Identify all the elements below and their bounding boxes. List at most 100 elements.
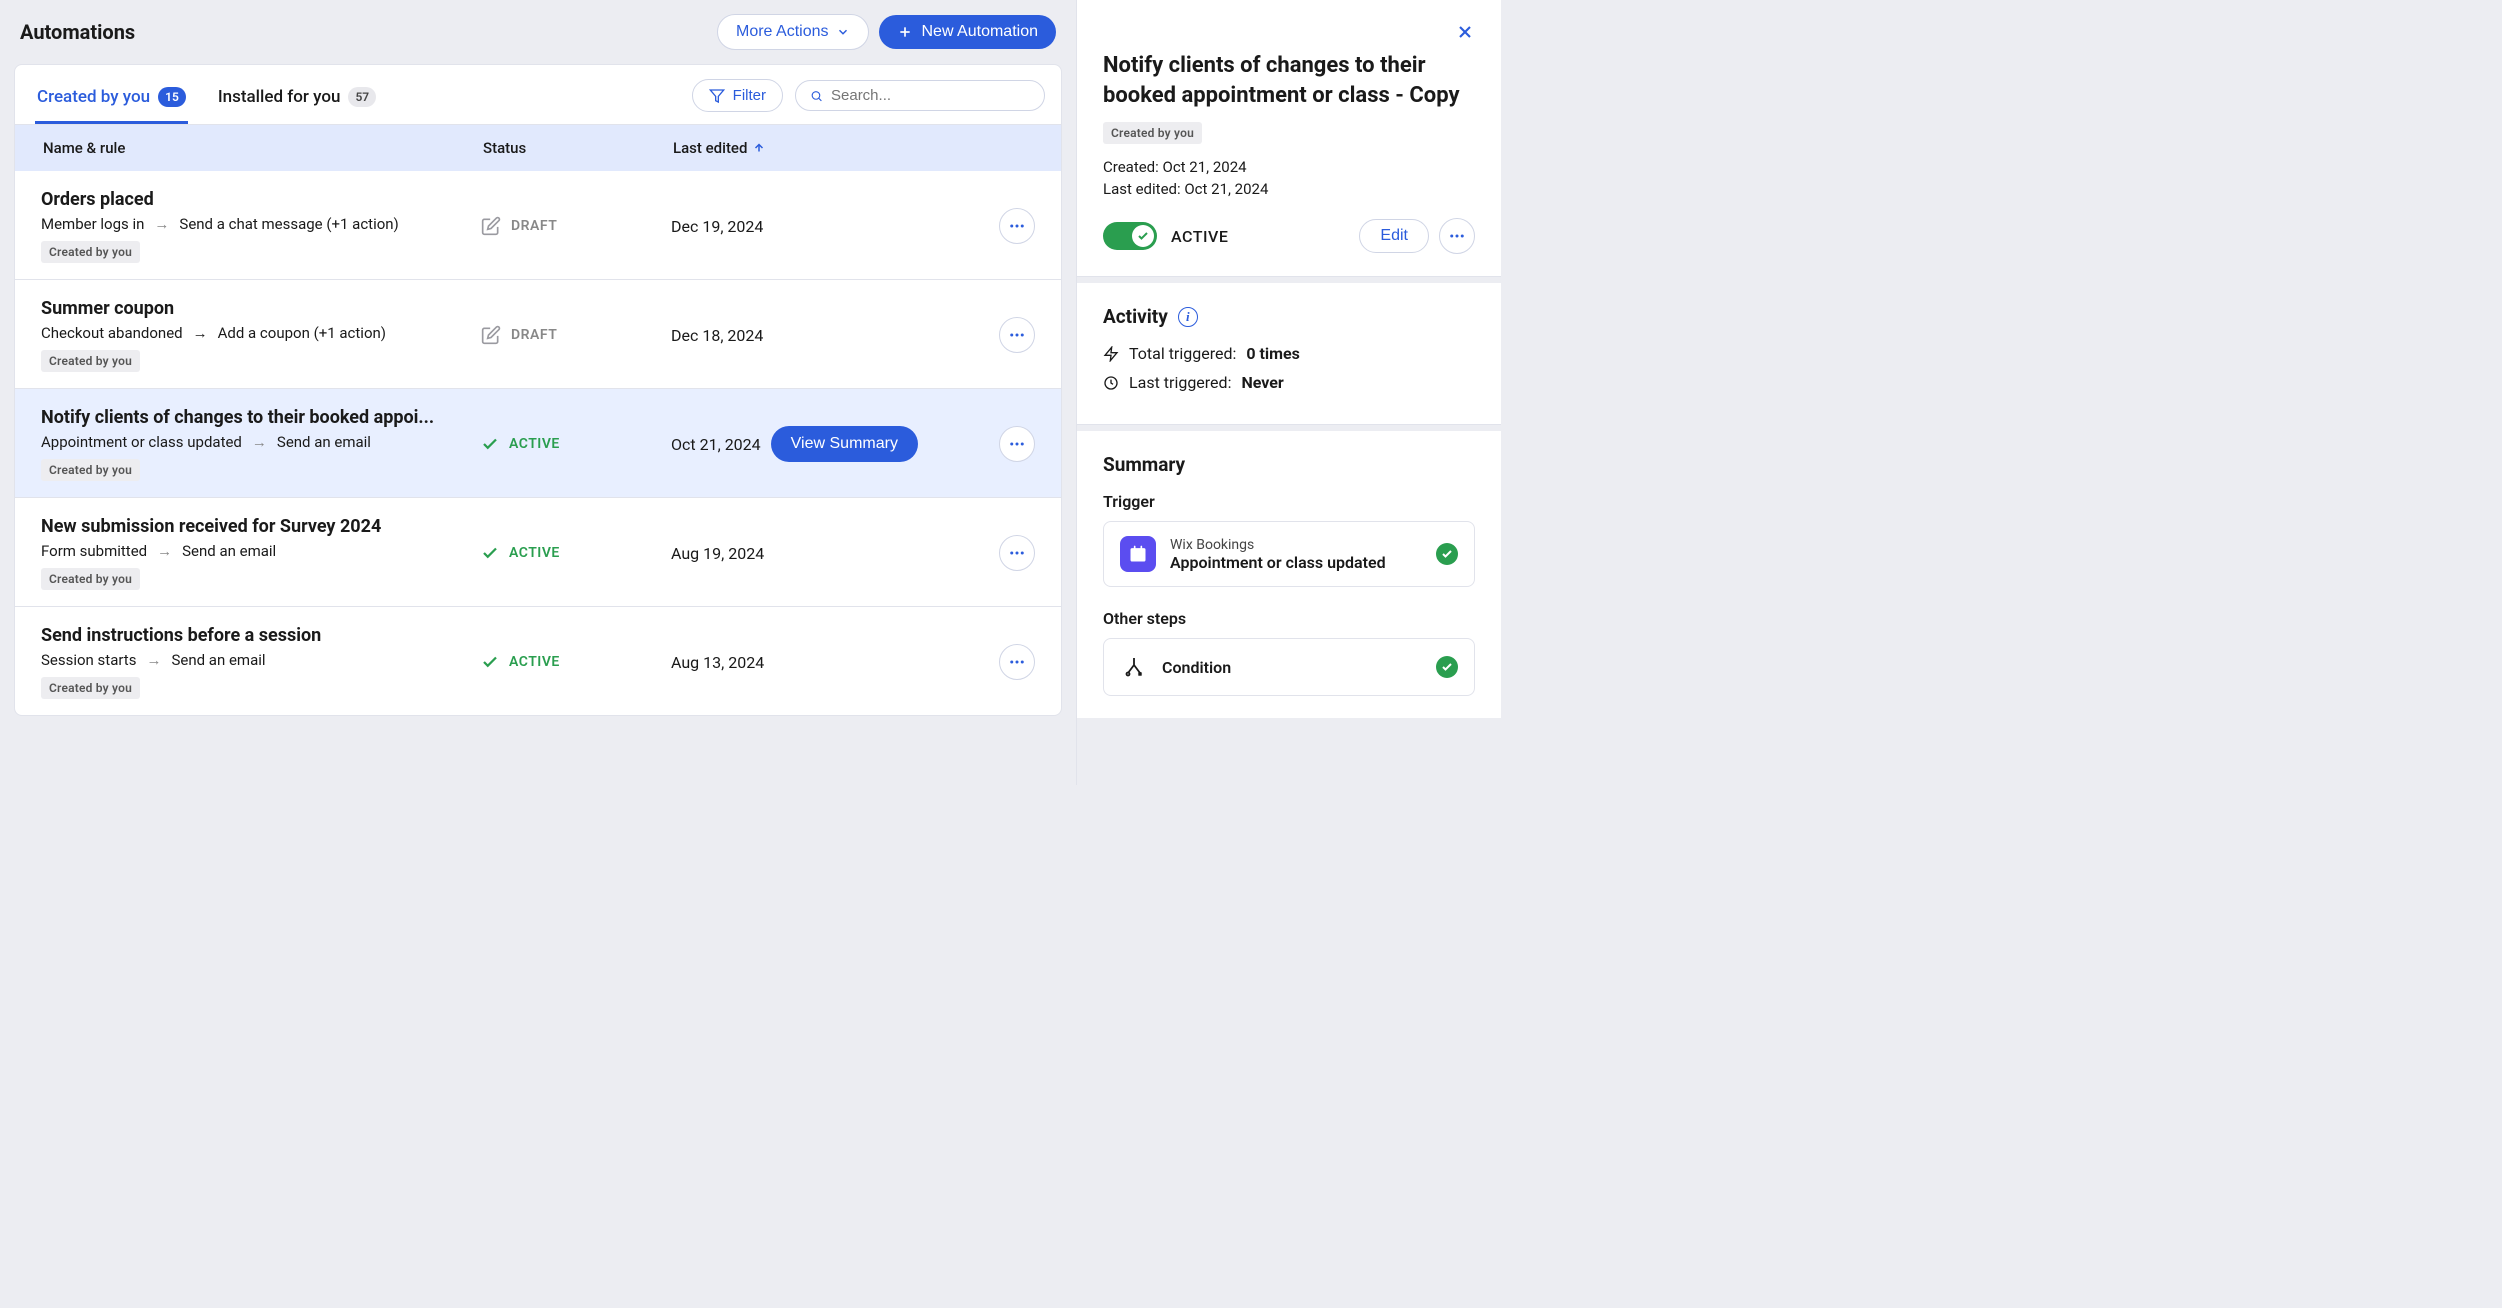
trigger-app-name: Wix Bookings <box>1170 537 1422 553</box>
more-horizontal-icon <box>1008 544 1026 562</box>
row-date: Oct 21, 2024 <box>671 435 761 454</box>
table-row[interactable]: Send instructions before a session Sessi… <box>15 607 1061 715</box>
filter-label: Filter <box>733 87 766 104</box>
created-by-you-tag: Created by you <box>41 241 140 263</box>
edit-draft-icon <box>481 325 501 345</box>
summary-section: Summary Trigger Wix Bookings Appointment… <box>1077 431 1501 718</box>
arrow-right-icon: → <box>154 215 169 233</box>
side-edited: Last edited: Oct 21, 2024 <box>1103 180 1475 198</box>
row-trigger: Member logs in <box>41 215 144 233</box>
row-action: Send an email <box>277 433 371 451</box>
search-input[interactable] <box>831 87 1030 104</box>
row-action: Send an email <box>171 651 265 669</box>
col-edited-header[interactable]: Last edited <box>673 139 1033 157</box>
row-date: Dec 19, 2024 <box>671 217 763 236</box>
condition-icon <box>1120 653 1148 681</box>
more-horizontal-icon <box>1008 217 1026 235</box>
table-row[interactable]: New submission received for Survey 2024 … <box>15 498 1061 607</box>
more-actions-button[interactable]: More Actions <box>717 14 869 50</box>
row-title: Orders placed <box>41 189 461 210</box>
row-date: Dec 18, 2024 <box>671 326 763 345</box>
check-icon <box>481 653 499 671</box>
created-by-you-tag: Created by you <box>41 459 140 481</box>
check-icon <box>481 544 499 562</box>
table-row[interactable]: Summer coupon Checkout abandoned → Add a… <box>15 280 1061 389</box>
arrow-right-icon: → <box>252 433 267 451</box>
side-tag: Created by you <box>1103 122 1202 144</box>
table-row[interactable]: Orders placed Member logs in → Send a ch… <box>15 171 1061 280</box>
search-input-wrap[interactable] <box>795 80 1045 111</box>
close-icon <box>1455 22 1475 42</box>
info-icon[interactable]: i <box>1178 307 1198 327</box>
chevron-down-icon <box>836 25 850 39</box>
col-status-header[interactable]: Status <box>483 139 673 157</box>
check-circle-icon <box>1436 543 1458 565</box>
last-triggered-value: Never <box>1241 373 1283 392</box>
check-icon <box>481 435 499 453</box>
filter-button[interactable]: Filter <box>692 79 783 112</box>
activity-title: Activity <box>1103 305 1168 328</box>
row-title: New submission received for Survey 2024 <box>41 516 461 537</box>
status-toggle[interactable] <box>1103 222 1157 250</box>
new-automation-label: New Automation <box>921 23 1038 41</box>
tab-installed-label: Installed for you <box>218 87 341 107</box>
plus-icon <box>897 24 913 40</box>
trigger-step[interactable]: Wix Bookings Appointment or class update… <box>1103 521 1475 587</box>
row-more-button[interactable] <box>999 644 1035 680</box>
status-label: ACTIVE <box>509 654 560 670</box>
last-triggered-label: Last triggered: <box>1129 373 1231 392</box>
arrow-right-icon: → <box>193 324 208 342</box>
status-label: DRAFT <box>511 327 557 343</box>
check-icon <box>1137 230 1149 242</box>
side-panel-header: Notify clients of changes to their booke… <box>1077 0 1501 277</box>
row-title: Notify clients of changes to their booke… <box>41 407 461 428</box>
tab-installed-for-you[interactable]: Installed for you 57 <box>216 77 378 124</box>
check-circle-icon <box>1436 656 1458 678</box>
table-row[interactable]: Notify clients of changes to their booke… <box>15 389 1061 498</box>
row-trigger: Session starts <box>41 651 136 669</box>
row-title: Send instructions before a session <box>41 625 461 646</box>
table-header: Name & rule Status Last edited <box>15 125 1061 171</box>
tab-created-count: 15 <box>158 87 186 107</box>
arrow-right-icon: → <box>157 542 172 560</box>
tab-created-label: Created by you <box>37 87 150 107</box>
row-more-button[interactable] <box>999 208 1035 244</box>
total-triggered-label: Total triggered: <box>1129 344 1236 363</box>
tab-created-by-you[interactable]: Created by you 15 <box>35 77 188 124</box>
sort-asc-icon <box>753 142 765 154</box>
edit-button[interactable]: Edit <box>1359 219 1429 253</box>
more-horizontal-icon <box>1008 435 1026 453</box>
tab-installed-count: 57 <box>348 87 376 107</box>
row-action: Send an email <box>182 542 276 560</box>
row-action: Add a coupon (+1 action) <box>218 324 386 342</box>
total-triggered-value: 0 times <box>1246 344 1300 363</box>
page-title: Automations <box>20 20 135 44</box>
col-name-header[interactable]: Name & rule <box>43 139 483 157</box>
row-title: Summer coupon <box>41 298 461 319</box>
condition-step[interactable]: Condition <box>1103 638 1475 696</box>
status-label: ACTIVE <box>509 436 560 452</box>
row-more-button[interactable] <box>999 535 1035 571</box>
more-horizontal-icon <box>1008 653 1026 671</box>
side-created: Created: Oct 21, 2024 <box>1103 158 1475 176</box>
row-more-button[interactable] <box>999 317 1035 353</box>
row-date: Aug 19, 2024 <box>671 544 764 563</box>
row-trigger: Appointment or class updated <box>41 433 242 451</box>
clock-icon <box>1103 375 1119 391</box>
row-trigger: Checkout abandoned <box>41 324 183 342</box>
row-more-button[interactable] <box>999 426 1035 462</box>
trigger-heading: Trigger <box>1103 492 1475 511</box>
summary-title: Summary <box>1103 453 1475 476</box>
close-panel-button[interactable] <box>1455 22 1475 45</box>
side-more-button[interactable] <box>1439 218 1475 254</box>
row-date: Aug 13, 2024 <box>671 653 764 672</box>
new-automation-button[interactable]: New Automation <box>879 15 1056 49</box>
side-title: Notify clients of changes to their booke… <box>1103 51 1475 110</box>
view-summary-button[interactable]: View Summary <box>771 426 918 462</box>
search-icon <box>810 88 823 104</box>
condition-label: Condition <box>1162 658 1422 677</box>
row-trigger: Form submitted <box>41 542 147 560</box>
activity-section: Activity i Total triggered: 0 times Last… <box>1077 283 1501 425</box>
created-by-you-tag: Created by you <box>41 350 140 372</box>
trigger-description: Appointment or class updated <box>1170 553 1422 572</box>
